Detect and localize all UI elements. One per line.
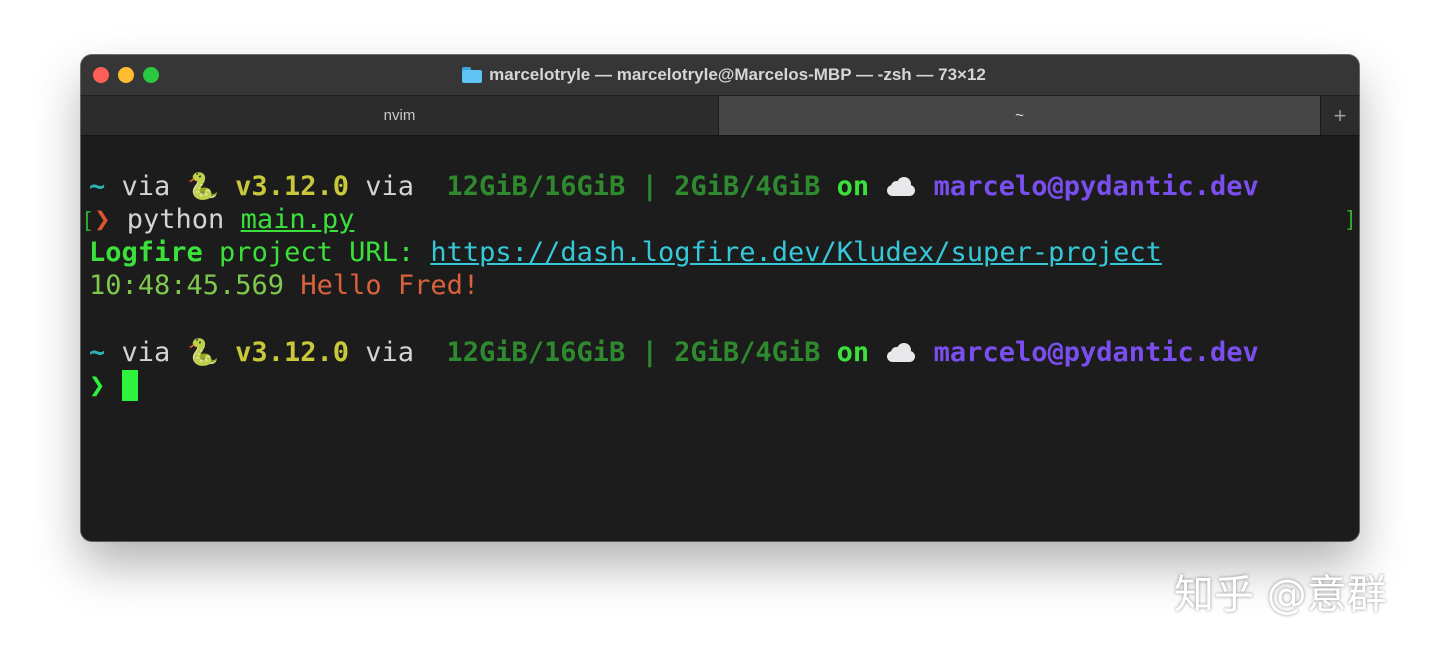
- prompt-on: on: [820, 337, 886, 368]
- tab-home[interactable]: ~: [719, 96, 1320, 135]
- window-title-group: marcelotryle — marcelotryle@Marcelos-MBP…: [462, 65, 986, 85]
- prompt-via: via: [348, 171, 431, 202]
- project-url-label: project URL:: [202, 237, 431, 268]
- python-version: v3.12.0: [218, 171, 349, 202]
- command-text: python: [110, 204, 241, 235]
- memory-usage: 12GiB/16GiB | 2GiB/4GiB: [430, 171, 821, 202]
- zoom-button[interactable]: [143, 67, 159, 83]
- window-controls: [93, 67, 159, 83]
- prompt-chevron-icon: ❯: [89, 370, 106, 401]
- prompt-via: via: [105, 171, 187, 202]
- log-message: Hello Fred!: [284, 270, 480, 301]
- tab-bar: nvim ~ +: [81, 95, 1359, 136]
- python-snake-icon: 🐍: [186, 172, 219, 202]
- cloud-account: marcelo@pydantic.dev: [917, 171, 1259, 202]
- prompt-dir: ~: [89, 337, 106, 368]
- cloud-icon: [885, 177, 917, 197]
- memory-usage: 12GiB/16GiB | 2GiB/4GiB: [430, 337, 821, 368]
- command-close-bracket: ]: [1343, 208, 1357, 233]
- prompt-line: ~ via 🐍 v3.12.0 via 12GiB/16GiB | 2GiB/4…: [89, 336, 1259, 369]
- text-cursor: [121, 370, 138, 401]
- python-version: v3.12.0: [218, 337, 349, 368]
- prompt-chevron-icon: ❯: [94, 204, 111, 235]
- watermark: 知乎 @意群: [1174, 572, 1387, 618]
- prompt-on: on: [820, 171, 886, 202]
- folder-icon: [462, 67, 483, 83]
- prompt-via: via: [348, 337, 431, 368]
- log-message-line: 10:48:45.569 Hello Fred!: [89, 269, 479, 302]
- close-button[interactable]: [93, 67, 109, 83]
- new-tab-button[interactable]: +: [1320, 96, 1359, 135]
- prompt-line: ~ via 🐍 v3.12.0 via 12GiB/16GiB | 2GiB/4…: [89, 170, 1259, 203]
- cloud-icon: [885, 343, 917, 363]
- minimize-button[interactable]: [118, 67, 134, 83]
- prompt-via: via: [105, 337, 187, 368]
- command-line: [❯ python main.py: [81, 203, 354, 236]
- command-file: main.py: [240, 204, 355, 235]
- command-open-bracket: [: [81, 209, 95, 234]
- prompt-dir: ~: [89, 171, 106, 202]
- project-url-link[interactable]: https://dash.logfire.dev/Kludex/super-pr…: [430, 237, 1162, 268]
- logfire-output-line: Logfire project URL: https://dash.logfir…: [89, 236, 1162, 269]
- terminal-content[interactable]: ~ via 🐍 v3.12.0 via 12GiB/16GiB | 2GiB/4…: [81, 136, 1359, 541]
- log-timestamp: 10:48:45.569: [89, 270, 285, 301]
- input-line[interactable]: ❯: [89, 369, 138, 402]
- tab-nvim[interactable]: nvim: [81, 96, 719, 135]
- python-snake-icon: 🐍: [186, 338, 219, 368]
- window-title: marcelotryle — marcelotryle@Marcelos-MBP…: [489, 65, 986, 84]
- title-bar[interactable]: marcelotryle — marcelotryle@Marcelos-MBP…: [81, 55, 1359, 95]
- logfire-label: Logfire: [89, 237, 203, 268]
- cloud-account: marcelo@pydantic.dev: [917, 337, 1259, 368]
- terminal-window: marcelotryle — marcelotryle@Marcelos-MBP…: [81, 55, 1359, 541]
